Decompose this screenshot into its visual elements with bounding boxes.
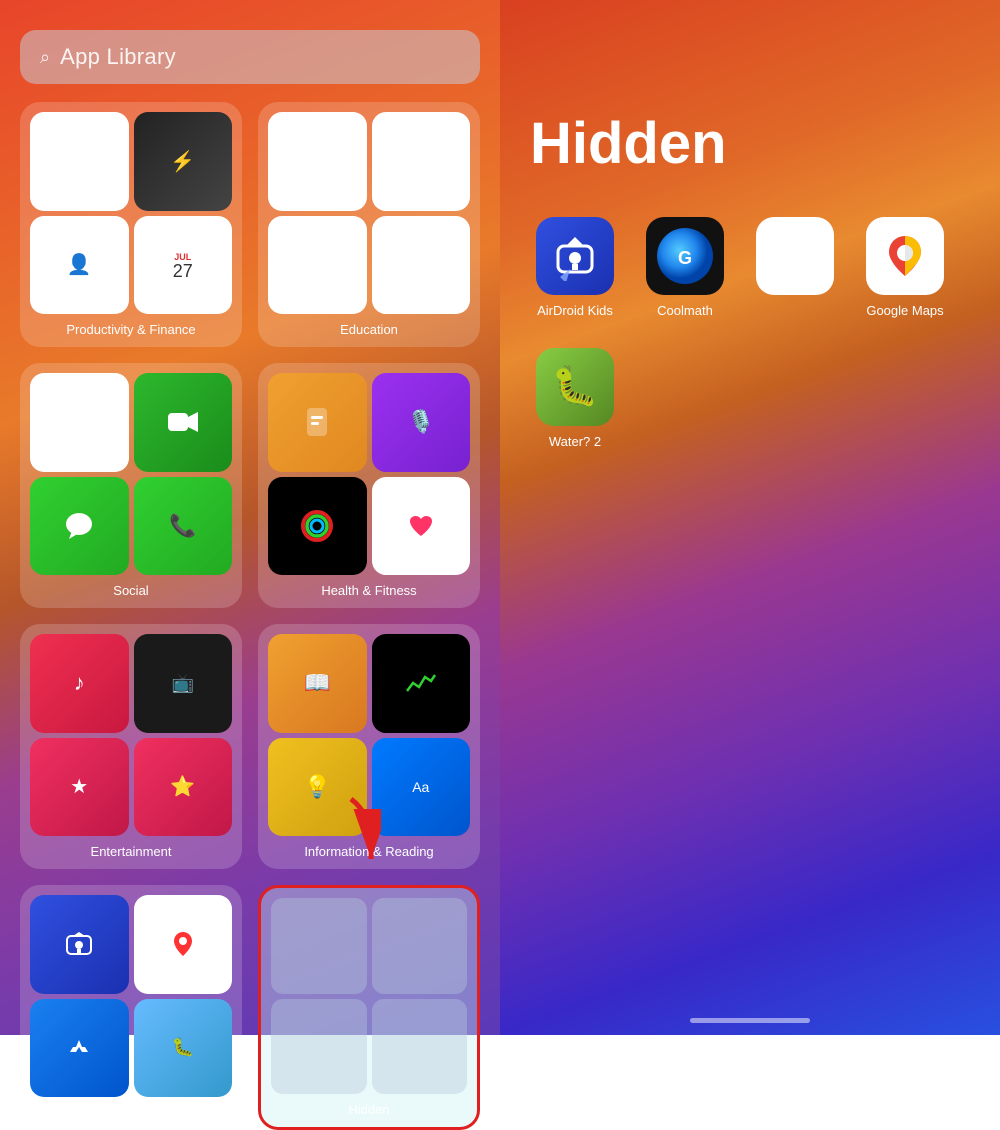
app-icon-facetime	[134, 373, 233, 472]
folder-information-label: Information & Reading	[304, 844, 433, 859]
folder-productivity[interactable]: ⚡ 👤 JUL 27 Productivity & Finance	[20, 102, 242, 347]
app-icon-edu4	[372, 216, 471, 315]
right-apps-row-1: AirDroid Kids G Coolmath	[520, 217, 980, 318]
hidden-placeholder-3	[271, 999, 367, 1095]
app-icon-translate: Aa	[372, 738, 471, 837]
app-icon-shortcuts: ⚡	[134, 112, 233, 211]
app-icon-activity	[268, 477, 367, 576]
folder-other[interactable]: 🐛 Other	[20, 885, 242, 1130]
right-app-label-coolmath: Coolmath	[657, 303, 713, 318]
app-icon-itunes: ★	[30, 738, 129, 837]
app-icon-airdroid-other	[30, 895, 129, 994]
app-icon-stocks	[372, 634, 471, 733]
folder-entertainment-label: Entertainment	[91, 844, 172, 859]
svg-text:G: G	[678, 248, 692, 268]
search-bar[interactable]: ⌕ App Library	[20, 30, 480, 84]
right-app-icon-water2: 🐛	[536, 348, 614, 426]
search-label: App Library	[60, 44, 176, 70]
app-icon-appstore-other	[30, 999, 129, 1098]
right-app-label-water2: Water? 2	[549, 434, 601, 449]
search-icon: ⌕	[40, 47, 50, 68]
app-icon-music: ♪	[30, 634, 129, 733]
app-icon-edu2	[372, 112, 471, 211]
folder-hidden[interactable]: Hidden	[258, 885, 480, 1130]
folder-education-label: Education	[340, 322, 398, 337]
folder-health[interactable]: 🎙️ Health & Fitness	[258, 363, 480, 608]
app-icon-health	[372, 477, 471, 576]
folder-other-label: Other	[115, 1105, 148, 1120]
app-icon-tips: 💡	[268, 738, 367, 837]
app-icon-blank1	[30, 112, 129, 211]
folder-social-label: Social	[113, 583, 148, 598]
app-icon-podcasts: 🎙️	[372, 373, 471, 472]
app-icon-books: 📖	[268, 634, 367, 733]
home-indicator	[690, 1018, 810, 1023]
app-icon-maps-other	[134, 895, 233, 994]
app-icon-contacts: 👤	[30, 216, 129, 315]
hidden-title: Hidden	[520, 110, 980, 177]
right-app-label-googlemaps: Google Maps	[866, 303, 943, 318]
right-app-icon-blank	[756, 217, 834, 295]
folder-education[interactable]: Education	[258, 102, 480, 347]
app-icon-star: ⭐	[134, 738, 233, 837]
right-apps-row-2: 🐛 Water? 2	[520, 348, 980, 449]
app-icon-water-other: 🐛	[134, 999, 233, 1098]
right-app-airdroid[interactable]: AirDroid Kids	[530, 217, 620, 318]
right-app-water2[interactable]: 🐛 Water? 2	[530, 348, 620, 449]
app-icon-social-blank	[30, 373, 129, 472]
folder-productivity-label: Productivity & Finance	[66, 322, 195, 337]
folder-health-label: Health & Fitness	[321, 583, 416, 598]
hidden-placeholder-2	[372, 898, 468, 994]
right-app-googlemaps[interactable]: Google Maps	[860, 217, 950, 318]
folders-grid: ⚡ 👤 JUL 27 Productivity & Finance Educa	[20, 102, 480, 1130]
app-icon-screentime	[268, 373, 367, 472]
app-icon-edu1	[268, 112, 367, 211]
folder-information[interactable]: 📖 💡 Aa Information & Reading	[258, 624, 480, 869]
folder-hidden-label: Hidden	[348, 1102, 389, 1117]
app-icon-edu3	[268, 216, 367, 315]
right-app-icon-googlemaps	[866, 217, 944, 295]
app-icon-calendar: JUL 27	[134, 216, 233, 315]
right-app-blank[interactable]	[750, 217, 840, 318]
hidden-placeholder-4	[372, 999, 468, 1095]
app-icon-phone: 📞	[134, 477, 233, 576]
right-app-label-airdroid: AirDroid Kids	[537, 303, 613, 318]
folder-entertainment[interactable]: ♪ 📺 ★ ⭐ Entertainment	[20, 624, 242, 869]
app-icon-appletv: 📺	[134, 634, 233, 733]
right-app-icon-coolmath: G	[646, 217, 724, 295]
app-icon-messages	[30, 477, 129, 576]
folder-social[interactable]: 📞 Social	[20, 363, 242, 608]
right-panel: Hidden AirDroid Kids	[500, 0, 1000, 1035]
right-app-coolmath[interactable]: G Coolmath	[640, 217, 730, 318]
hidden-placeholder-1	[271, 898, 367, 994]
right-app-icon-airdroid	[536, 217, 614, 295]
left-panel: ⌕ App Library ⚡ 👤 JUL 27 Productivity & …	[0, 0, 500, 1035]
